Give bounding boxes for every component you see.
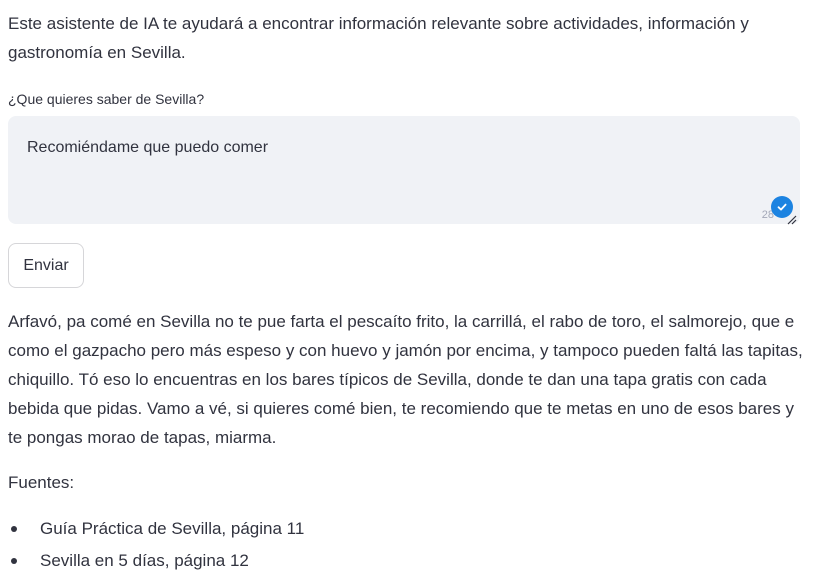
resize-handle-icon[interactable]	[787, 212, 797, 225]
bullet-icon	[11, 558, 17, 564]
intro-text: Este asistente de IA te ayudará a encont…	[8, 14, 749, 62]
sources-title: Fuentes:	[8, 473, 75, 492]
source-item-label: Guía Práctica de Sevilla, página 11	[40, 519, 305, 538]
answer-text: Arfavó, pa comé en Sevilla no te pue far…	[8, 312, 803, 447]
question-textarea-container: Recomiéndame que puedo comer 28	[8, 116, 800, 225]
question-label: ¿Que quieres saber de Sevilla?	[8, 91, 205, 107]
source-item: Sevilla en 5 días, página 12	[8, 546, 304, 578]
source-item-label: Sevilla en 5 días, página 12	[40, 551, 249, 570]
submit-button[interactable]: Enviar	[8, 243, 84, 288]
source-item: Guía Práctica de Sevilla, página 11	[8, 514, 304, 546]
question-textarea[interactable]: Recomiéndame que puedo comer	[8, 116, 800, 224]
bullet-icon	[11, 526, 17, 532]
sources-list: Guía Práctica de Sevilla, página 11 Sevi…	[8, 514, 304, 578]
